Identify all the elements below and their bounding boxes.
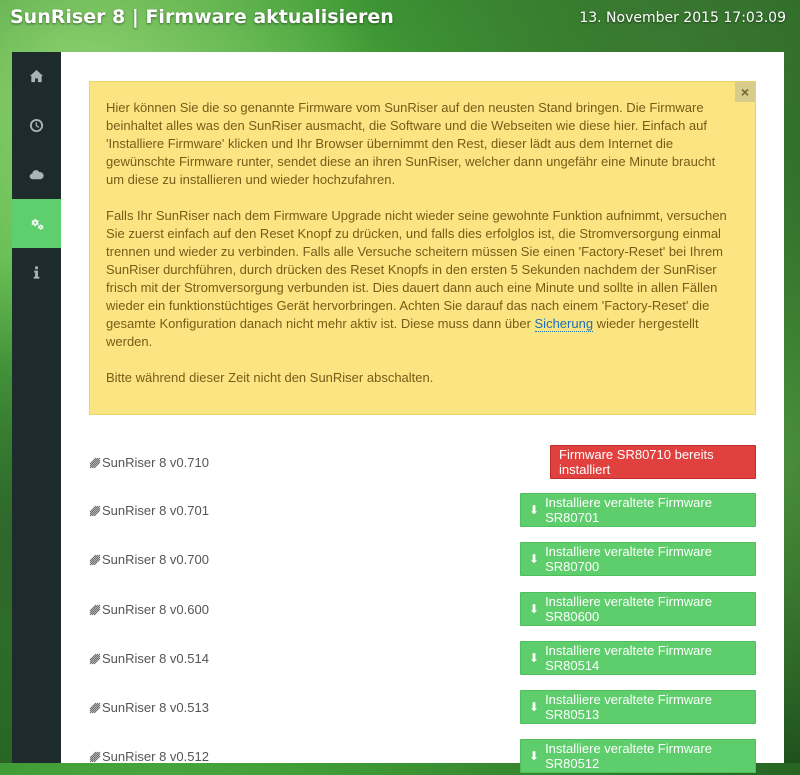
firmware-label: SunRiser 8 v0.513 [89,700,209,715]
datetime-display: 13. November 2015 17:03.09 [579,10,786,26]
sunriser-logo-icon [89,653,101,664]
install-button-label: Installiere veraltete Firmware SR80513 [545,692,712,722]
firmware-row: SunRiser 8 v0.600 ⬇ Installiere veraltete… [89,592,756,628]
install-firmware-button[interactable]: ⬇ Installiere veraltete Firmware SR80514 [520,641,756,675]
sunriser-logo-icon [89,505,101,516]
alert-paragraph-1: Hier können Sie die so genannte Firmware… [106,100,716,187]
install-button-label: Installiere veraltete Firmware SR80700 [545,544,712,574]
firmware-label: SunRiser 8 v0.700 [89,552,209,567]
firmware-row: SunRiser 8 v0.514 ⬇ Installiere veraltete… [89,641,756,677]
install-button-label: Installiere veraltete Firmware SR80514 [545,643,712,673]
firmware-row: SunRiser 8 v0.512 ⬇ Installiere veraltete… [89,739,756,775]
download-icon: ⬇ [529,700,540,714]
firmware-name: SunRiser 8 v0.513 [102,700,209,715]
info-icon [33,266,40,279]
firmware-label: SunRiser 8 v0.701 [89,503,209,518]
firmware-name: SunRiser 8 v0.600 [102,602,209,617]
sidebar [12,52,61,763]
download-icon: ⬇ [529,749,540,763]
header: SunRiser 8 | Firmware aktualisieren 13. … [0,0,800,40]
clock-icon [29,118,44,133]
firmware-label: SunRiser 8 v0.514 [89,651,209,666]
install-firmware-button[interactable]: ⬇ Installiere veraltete Firmware SR80701 [520,493,756,527]
install-button-label: Installiere veraltete Firmware SR80512 [545,741,712,771]
firmware-name: SunRiser 8 v0.512 [102,749,209,764]
sunriser-logo-icon [89,702,101,713]
close-alert-button[interactable]: × [735,82,755,102]
download-icon: ⬇ [529,503,540,517]
cloud-icon [29,170,44,180]
alert-paragraph-3: Bitte während dieser Zeit nicht den SunR… [106,370,434,385]
download-icon: ⬇ [529,651,540,665]
install-firmware-button[interactable]: ⬇ Installiere veraltete Firmware SR80700 [520,542,756,576]
alert-paragraph-2: Falls Ihr SunRiser nach dem Firmware Upg… [106,207,727,351]
info-alert: × Hier können Sie die so genannte Firmwa… [89,81,756,415]
sidebar-item-settings[interactable] [12,199,61,248]
install-firmware-button[interactable]: ⬇ Installiere veraltete Firmware SR80513 [520,690,756,724]
firmware-name: SunRiser 8 v0.514 [102,651,209,666]
sunriser-logo-icon [89,604,101,615]
gears-icon [31,218,44,230]
install-firmware-button[interactable]: ⬇ Installiere veraltete Firmware SR80600 [520,592,756,626]
sidebar-item-schedule[interactable] [12,101,61,150]
firmware-name: SunRiser 8 v0.710 [102,455,209,470]
firmware-label: SunRiser 8 v0.600 [89,602,209,617]
install-firmware-button[interactable]: ⬇ Installiere veraltete Firmware SR80512 [520,739,756,773]
home-icon [29,69,44,83]
install-button-label: Installiere veraltete Firmware SR80600 [545,594,712,624]
firmware-row: SunRiser 8 v0.513 ⬇ Installiere veraltete… [89,690,756,726]
firmware-name: SunRiser 8 v0.701 [102,503,209,518]
firmware-label: SunRiser 8 v0.710 [89,455,209,470]
sidebar-item-info[interactable] [12,248,61,297]
firmware-label: SunRiser 8 v0.512 [89,749,209,764]
firmware-name: SunRiser 8 v0.700 [102,552,209,567]
install-button-label: Installiere veraltete Firmware SR80701 [545,495,712,525]
backup-link[interactable]: Sicherung [534,316,594,332]
sunriser-logo-icon [89,751,101,762]
sidebar-item-home[interactable] [12,52,61,101]
firmware-installed-button[interactable]: Firmware SR80710 bereits installiert [550,445,756,479]
download-icon: ⬇ [529,602,540,616]
sunriser-logo-icon [89,554,101,565]
firmware-row: SunRiser 8 v0.701 ⬇ Installiere veraltete… [89,493,756,529]
sunriser-logo-icon [89,457,101,468]
sidebar-item-weather[interactable] [12,150,61,199]
download-icon: ⬇ [529,552,540,566]
firmware-row: SunRiser 8 v0.700 ⬇ Installiere veraltete… [89,542,756,578]
alert-paragraph-2-text: Falls Ihr SunRiser nach dem Firmware Upg… [106,208,727,331]
main-content: × Hier können Sie die so genannte Firmwa… [61,52,784,773]
page-title: SunRiser 8 | Firmware aktualisieren [10,6,394,28]
firmware-row: SunRiser 8 v0.710 Firmware SR80710 berei… [89,445,756,481]
